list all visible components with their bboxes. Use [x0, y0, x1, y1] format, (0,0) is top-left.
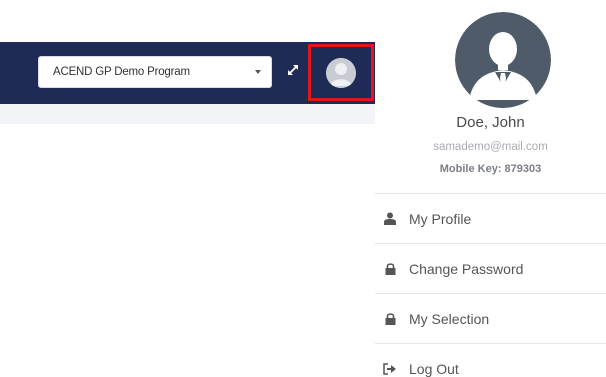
user-silhouette-icon	[455, 12, 551, 108]
navbar-subbar	[0, 104, 375, 124]
app-window: ACEND GP Demo Program Doe, John samademo…	[0, 0, 606, 377]
menu-item-log-out[interactable]: Log Out	[375, 344, 606, 377]
menu-item-my-profile[interactable]: My Profile	[375, 194, 606, 244]
menu-item-label: My Selection	[409, 310, 490, 327]
user-silhouette-icon	[326, 57, 356, 88]
menu-item-change-password[interactable]: Change Password	[375, 244, 606, 294]
mobile-key: Mobile Key: 879303	[439, 163, 542, 175]
lock-icon	[383, 312, 397, 326]
program-select-value: ACEND GP Demo Program	[53, 66, 190, 78]
user-name: Doe, John	[456, 114, 525, 131]
user-email: samademo@mail.com	[433, 141, 548, 153]
menu-item-label: Log Out	[409, 361, 459, 377]
menu-item-label: Change Password	[409, 260, 524, 277]
program-select[interactable]: ACEND GP Demo Program	[38, 56, 272, 88]
avatar	[326, 57, 356, 88]
sign-out-icon	[383, 362, 397, 376]
lock-icon	[383, 262, 397, 276]
profile-summary: Doe, John samademo@mail.com Mobile Key: …	[375, 0, 606, 194]
user-dropdown-menu: Doe, John samademo@mail.com Mobile Key: …	[375, 0, 606, 377]
user-avatar-button[interactable]	[308, 44, 374, 101]
profile-avatar	[455, 12, 551, 108]
user-icon	[383, 212, 397, 226]
expand-icon[interactable]	[284, 61, 302, 79]
menu-item-label: My Profile	[409, 210, 472, 227]
menu-item-my-selection[interactable]: My Selection	[375, 294, 606, 344]
chevron-down-icon	[255, 70, 261, 74]
